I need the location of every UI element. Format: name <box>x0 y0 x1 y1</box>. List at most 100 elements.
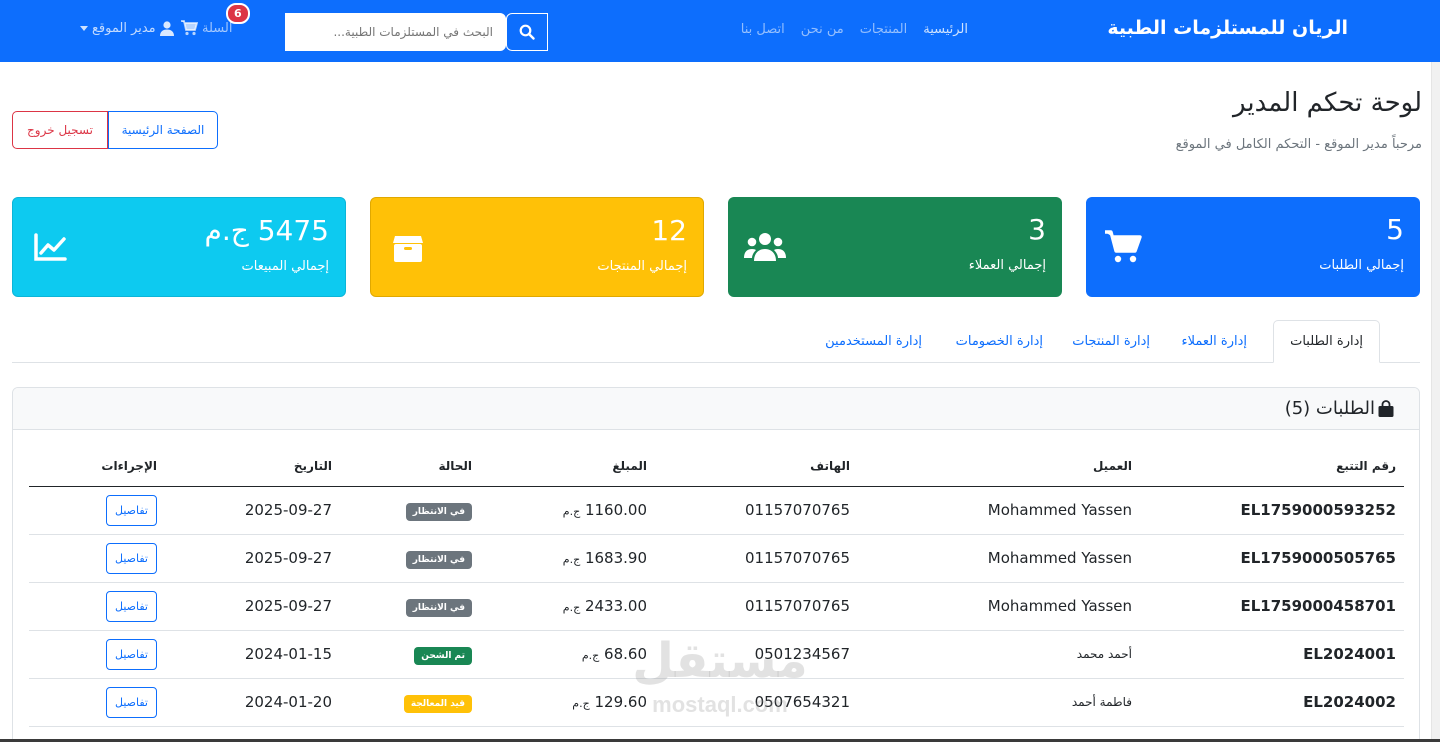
status-badge: تم الشحن <box>414 646 472 665</box>
top-navbar: الريان للمستلزمات الطبية الرئيسية المنتج… <box>0 0 1440 62</box>
tracking-number-cell: EL2024002 <box>1140 678 1404 727</box>
cart-count-badge: 6 <box>226 3 250 24</box>
actions-cell: تفاصيل <box>29 582 165 631</box>
amount-value: 68.60 <box>604 645 647 663</box>
tab-users[interactable]: إدارة المستخدمين <box>809 320 938 363</box>
brand-logo[interactable]: الريان للمستلزمات الطبية <box>1107 17 1348 39</box>
amount-cell: 1683.90 ج.م <box>480 534 655 583</box>
phone-cell: 0501234567 <box>655 630 858 679</box>
details-button[interactable]: تفاصيل <box>106 686 157 718</box>
nav-link-products[interactable]: المنتجات <box>860 22 908 37</box>
user-icon <box>159 21 174 36</box>
column-header: الإجراءات <box>29 446 165 487</box>
date-cell: 2024-01-15 <box>165 630 340 679</box>
search-icon <box>519 24 535 40</box>
amount-cell: 68.60 ج.م <box>480 630 655 679</box>
search-button[interactable] <box>506 13 548 51</box>
amount-value: 1160.00 <box>584 501 647 519</box>
tracking-number-cell: EL1759000458701 <box>1140 582 1404 631</box>
status-badge: قيد المعالجة <box>403 694 472 713</box>
cart-label: السلة <box>202 20 233 36</box>
amount-value: 2433.00 <box>584 597 647 615</box>
page-subtitle: مرحباً مدير الموقع - التحكم الكامل في ال… <box>1175 137 1422 152</box>
cart-link[interactable]: السلة 6 <box>180 3 250 36</box>
tracking-number-cell: EL2024001 <box>1140 630 1404 679</box>
stat-card-sales: 5475 ج.م إجمالي المبيعات <box>12 197 346 297</box>
shopping-bag-icon <box>1378 399 1394 417</box>
column-header: العميل <box>858 446 1140 487</box>
stat-card-orders: 5 إجمالي الطلبات <box>1086 197 1420 297</box>
orders-table: رقم التتبع العميل الهاتف المبلغ الحالة ا… <box>29 446 1404 727</box>
details-button[interactable]: تفاصيل <box>106 638 157 670</box>
details-button[interactable]: تفاصيل <box>106 494 157 526</box>
status-badge: في الانتظار <box>405 550 472 569</box>
home-page-button[interactable]: الصفحة الرئيسية <box>108 111 218 149</box>
phone-cell: 01157070765 <box>655 486 858 535</box>
currency-label: ج.م <box>581 649 600 662</box>
tab-discounts[interactable]: إدارة الخصومات <box>940 320 1059 363</box>
stat-value: 5 <box>1386 213 1404 246</box>
details-button[interactable]: تفاصيل <box>106 590 157 622</box>
amount-value: 1683.90 <box>584 549 647 567</box>
search-form <box>285 13 548 51</box>
currency-label: ج.م <box>562 601 581 614</box>
status-cell: في الانتظار <box>340 486 480 535</box>
tracking-number-cell: EL1759000505765 <box>1140 534 1404 583</box>
actions-cell: تفاصيل <box>29 678 165 727</box>
date-cell: 2025-09-27 <box>165 534 340 583</box>
amount-cell: 2433.00 ج.م <box>480 582 655 631</box>
stat-label: إجمالي المبيعات <box>241 259 329 274</box>
logout-button[interactable]: تسجيل خروج <box>12 111 108 149</box>
nav-link-home[interactable]: الرئيسية <box>923 22 968 37</box>
tab-orders[interactable]: إدارة الطلبات <box>1273 320 1380 363</box>
stat-value: 12 <box>651 214 687 247</box>
status-cell: في الانتظار <box>340 582 480 631</box>
cart-icon <box>1102 227 1144 267</box>
table-row: EL2024002 فاطمة أحمد 0507654321 129.60 ج.م ق… <box>29 678 1404 727</box>
main-nav: الرئيسية المنتجات من نحن اتصل بنا <box>741 22 968 37</box>
column-header: المبلغ <box>480 446 655 487</box>
orders-title-text: الطلبات (5) <box>1284 398 1375 419</box>
currency-label: ج.م <box>572 697 590 710</box>
status-badge: في الانتظار <box>405 502 472 521</box>
customer-cell: أحمد محمد <box>858 630 1140 679</box>
nav-link-contact[interactable]: اتصل بنا <box>741 22 785 37</box>
page-scrollbar[interactable] <box>1431 62 1440 742</box>
amount-value: 129.60 <box>594 693 648 711</box>
nav-link-about[interactable]: من نحن <box>801 22 844 37</box>
status-cell: في الانتظار <box>340 534 480 583</box>
phone-cell: 0507654321 <box>655 678 858 727</box>
search-input[interactable] <box>285 13 506 51</box>
date-cell: 2024-01-20 <box>165 678 340 727</box>
tab-products[interactable]: إدارة المنتجات <box>1056 320 1166 363</box>
orders-card-header: الطلبات (5) <box>13 388 1419 430</box>
column-header: الهاتف <box>655 446 858 487</box>
tracking-number-cell: EL1759000593252 <box>1140 486 1404 535</box>
user-dropdown[interactable]: مدير الموقع <box>80 21 174 36</box>
stat-card-products: 12 إجمالي المنتجات <box>370 197 704 297</box>
status-badge: في الانتظار <box>405 598 472 617</box>
orders-card-title: الطلبات (5) <box>1285 398 1395 419</box>
table-row: EL1759000458701 Mohammed Yassen 0115707076… <box>29 582 1404 631</box>
user-label: مدير الموقع <box>92 21 156 36</box>
cart-icon <box>181 20 198 36</box>
page-title: لوحة تحكم المدير <box>1233 88 1422 118</box>
date-cell: 2025-09-27 <box>165 486 340 535</box>
table-row: EL2024001 أحمد محمد 0501234567 68.60 ج.م تم … <box>29 630 1404 679</box>
customer-cell: Mohammed Yassen <box>858 582 1140 631</box>
amount-cell: 1160.00 ج.م <box>480 486 655 535</box>
table-header-row: رقم التتبع العميل الهاتف المبلغ الحالة ا… <box>29 446 1404 487</box>
details-button[interactable]: تفاصيل <box>106 542 157 574</box>
phone-cell: 01157070765 <box>655 582 858 631</box>
stat-value: 3 <box>1028 213 1046 246</box>
stat-label: إجمالي الطلبات <box>1319 258 1404 273</box>
customer-cell: Mohammed Yassen <box>858 486 1140 535</box>
chevron-down-icon <box>80 26 88 31</box>
customer-cell: فاطمة أحمد <box>858 678 1140 727</box>
chart-line-icon <box>29 228 71 268</box>
amount-cell: 129.60 ج.م <box>480 678 655 727</box>
date-cell: 2025-09-27 <box>165 582 340 631</box>
currency-label: ج.م <box>562 553 581 566</box>
tab-customers[interactable]: إدارة العملاء <box>1166 320 1263 363</box>
actions-cell: تفاصيل <box>29 630 165 679</box>
